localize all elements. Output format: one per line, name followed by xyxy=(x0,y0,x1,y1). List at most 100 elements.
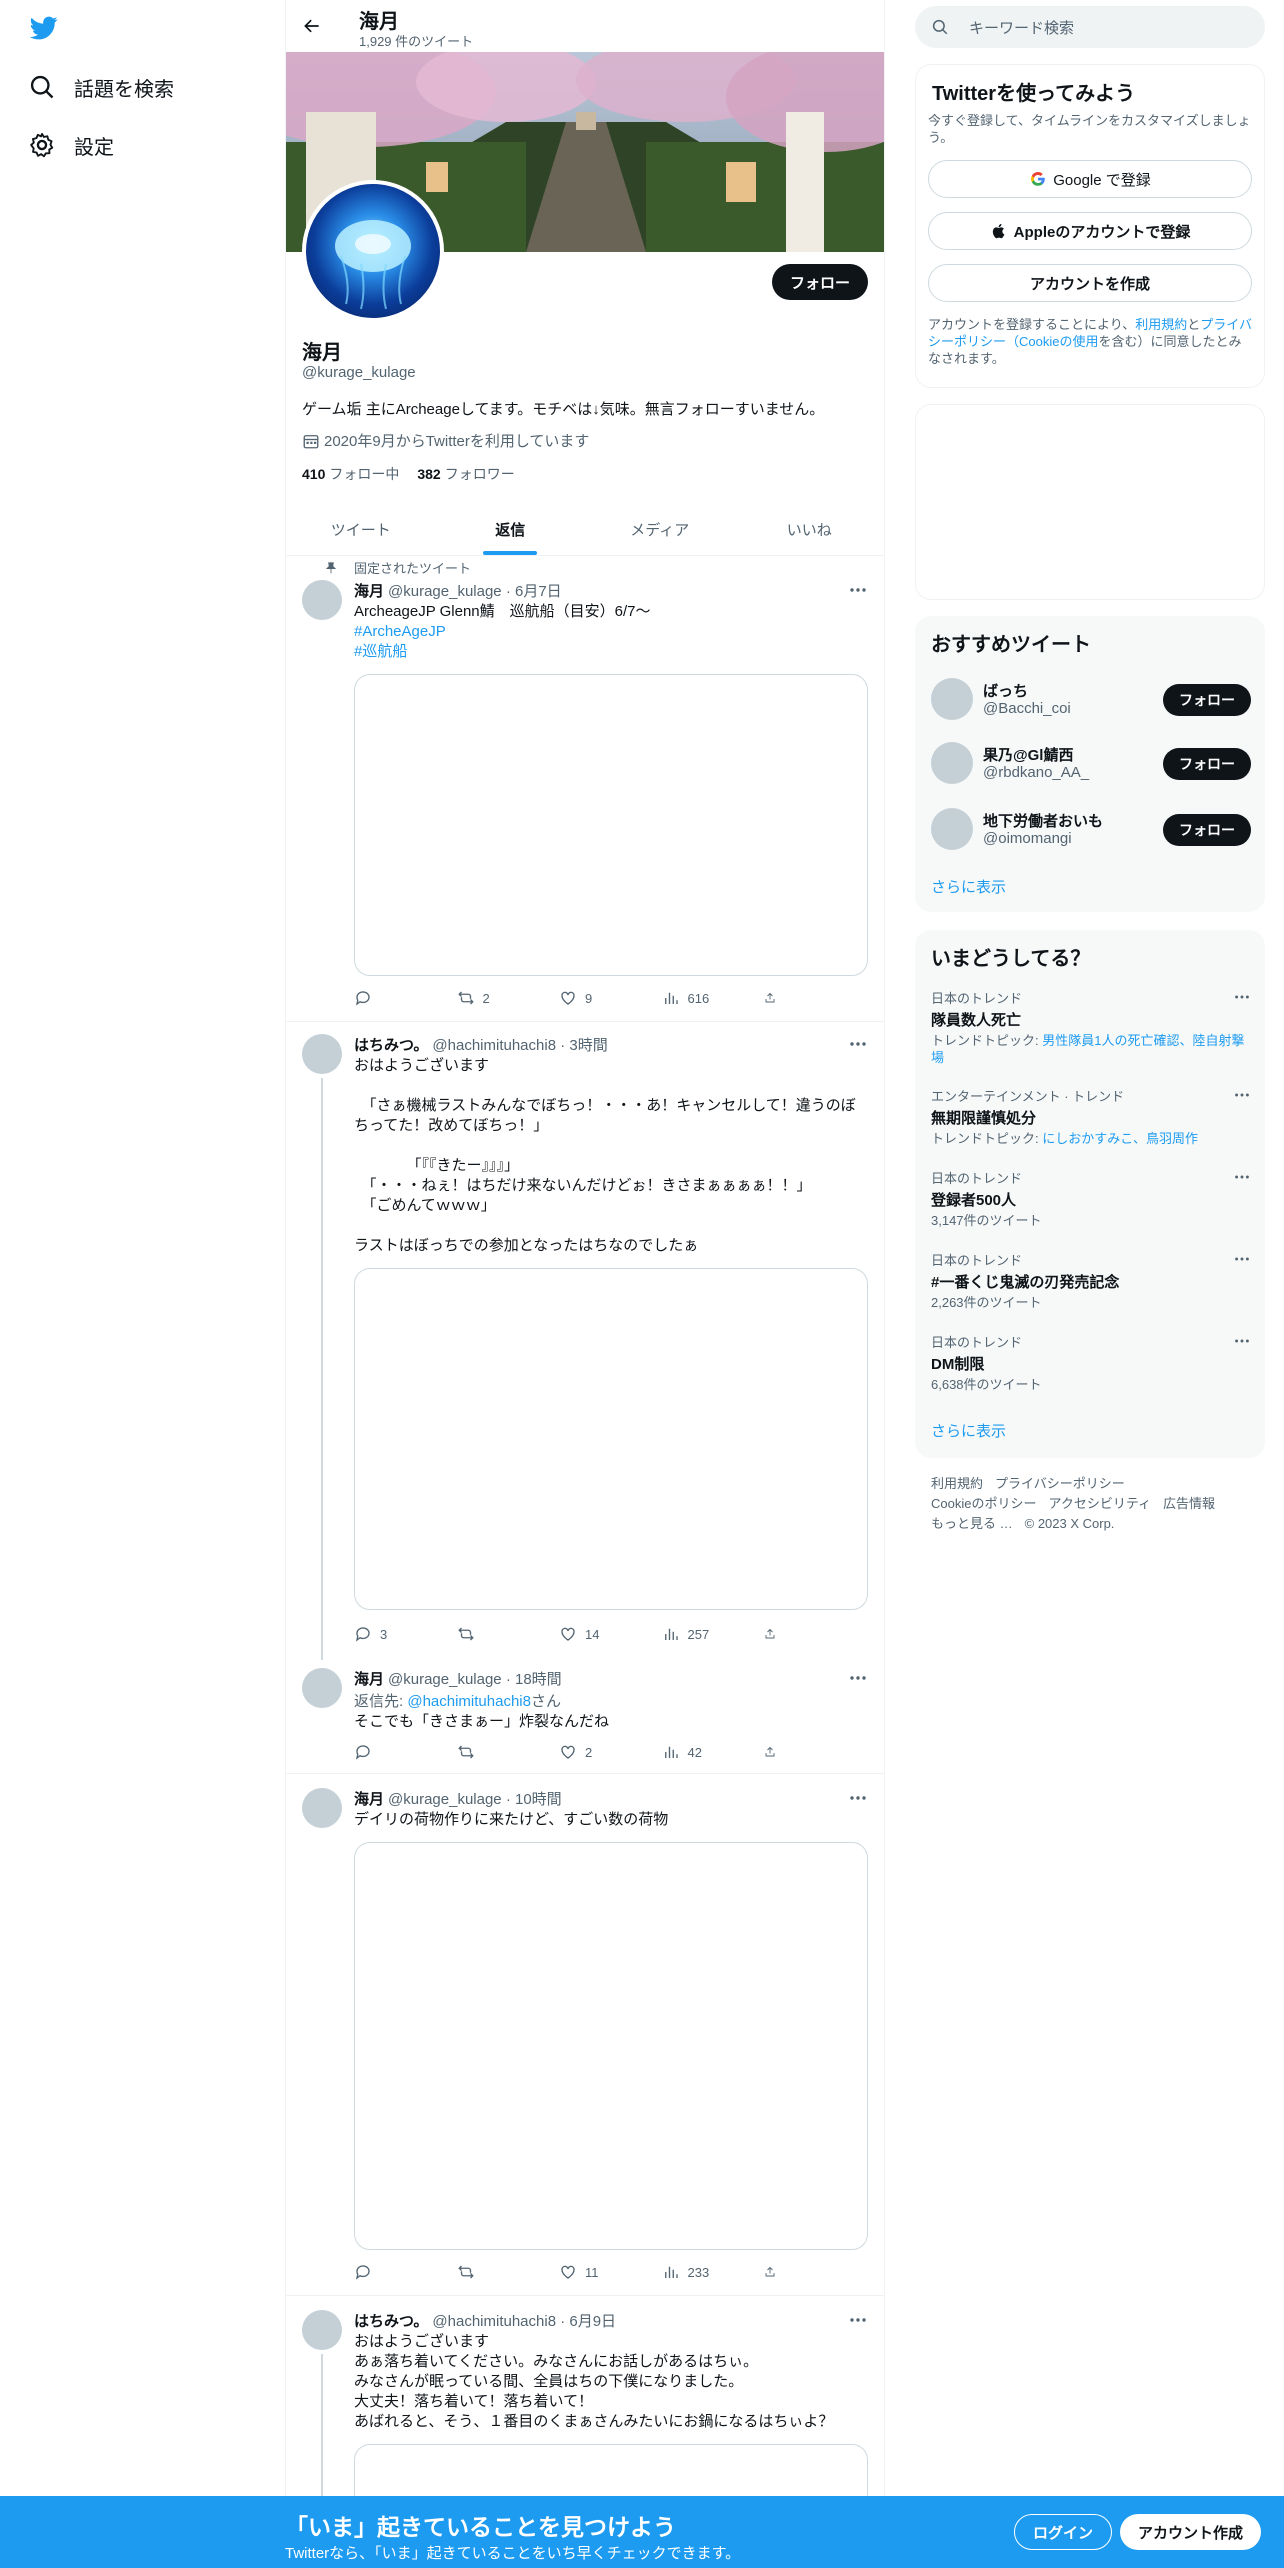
tweet-avatar[interactable] xyxy=(302,1668,342,1708)
follow-button[interactable]: フォロー xyxy=(1163,748,1251,780)
trend-item[interactable]: 日本のトレンド 隊員数人死亡 トレンドトピック: 男性隊員1人の死亡確認、陸自射… xyxy=(931,988,1251,1066)
tweet-avatar[interactable] xyxy=(302,580,342,620)
recommended-user[interactable]: ばっち @Bacchi_coi フォロー xyxy=(931,678,1251,722)
nav-settings[interactable]: 設定 xyxy=(28,125,114,165)
views-button[interactable]: 616 xyxy=(662,988,752,1008)
views-button[interactable]: 257 xyxy=(662,1624,752,1644)
follow-button[interactable]: フォロー xyxy=(771,264,868,300)
more-icon[interactable] xyxy=(1233,988,1251,1006)
search-box[interactable]: キーワード検索 xyxy=(915,6,1265,48)
tweet-meta[interactable]: @kurage_kulage · 18時間 xyxy=(388,1671,562,1688)
reply-button[interactable]: 3 xyxy=(354,1624,444,1644)
more-icon[interactable] xyxy=(1233,1250,1251,1268)
twitter-bird-icon[interactable] xyxy=(28,14,60,42)
footer-accessibility[interactable]: アクセシビリティ xyxy=(1048,1496,1151,1511)
tweet-author[interactable]: 海月 xyxy=(354,583,384,600)
tweet-meta[interactable]: @hachimituhachi8 · 6月9日 xyxy=(432,2313,616,2330)
login-button[interactable]: ログイン xyxy=(1014,2514,1113,2550)
avatar[interactable] xyxy=(931,742,973,784)
reply-button[interactable] xyxy=(354,2262,444,2282)
google-signup-button[interactable]: Google で登録 xyxy=(928,160,1252,198)
profile-avatar[interactable] xyxy=(302,180,444,322)
recommended-user[interactable]: 地下労働者おいも @oimomangi フォロー xyxy=(931,808,1251,852)
avatar[interactable] xyxy=(931,808,973,850)
back-button[interactable] xyxy=(298,12,326,40)
nav-explore[interactable]: 話題を検索 xyxy=(28,67,174,107)
tab-media[interactable]: メディア xyxy=(585,504,735,555)
footer-ads[interactable]: 広告情報 xyxy=(1163,1496,1215,1511)
trend-item[interactable]: 日本のトレンド #一番くじ鬼滅の刃発売記念 2,263件のツイート xyxy=(931,1250,1251,1311)
reply-button[interactable] xyxy=(354,1742,444,1762)
trend-topic-link[interactable]: にしおかすみこ、鳥羽周作 xyxy=(1042,1131,1198,1146)
trend-item[interactable]: 日本のトレンド 登録者500人 3,147件のツイート xyxy=(931,1168,1251,1229)
tweet-meta[interactable]: @kurage_kulage · 10時間 xyxy=(388,1791,562,1808)
tweet-text: デイリの荷物作りに来たけど、すごい数の荷物 xyxy=(354,1811,669,1828)
like-button[interactable]: 14 xyxy=(559,1624,649,1644)
retweet-button[interactable] xyxy=(457,2262,547,2282)
tweet-avatar[interactable] xyxy=(302,1034,342,1074)
more-icon[interactable] xyxy=(848,1668,868,1688)
tab-likes[interactable]: いいね xyxy=(735,504,885,555)
like-button[interactable]: 2 xyxy=(559,1742,649,1762)
followers-link[interactable]: 382 フォロワー xyxy=(417,464,514,484)
more-icon[interactable] xyxy=(848,1788,868,1808)
footer-terms[interactable]: 利用規約 xyxy=(931,1476,983,1491)
share-button[interactable] xyxy=(764,988,784,1008)
tweet-author[interactable]: 海月 xyxy=(354,1671,384,1688)
share-button[interactable] xyxy=(764,1742,784,1762)
more-icon[interactable] xyxy=(1233,1168,1251,1186)
trends-show-more-link[interactable]: さらに表示 xyxy=(931,1420,1006,1441)
follow-button[interactable]: フォロー xyxy=(1163,814,1251,846)
hashtag-link[interactable]: #ArcheAgeJP xyxy=(354,622,868,642)
footer-more[interactable]: もっと見る … xyxy=(931,1516,1013,1531)
apple-signup-button[interactable]: Appleのアカウントで登録 xyxy=(928,212,1252,250)
recommended-user[interactable]: 果乃@Gl鯖西 @rbdkano_AA_ フォロー xyxy=(931,742,1251,786)
tweet-author[interactable]: 海月 xyxy=(354,1791,384,1808)
tweet-thread-root[interactable]: はちみつ。 @hachimituhachi8 · 3時間 おはようございます 「さ… xyxy=(286,1022,884,1660)
trend-extra-prefix: トレンドトピック: xyxy=(931,1033,1043,1048)
tweet-media[interactable] xyxy=(354,1268,868,1610)
footer-privacy[interactable]: プライバシーポリシー xyxy=(995,1476,1125,1491)
following-link[interactable]: 410 フォロー中 xyxy=(302,464,399,484)
tweet[interactable]: 海月 @kurage_kulage · 10時間 デイリの荷物作りに来たけど、すご… xyxy=(286,1774,884,2296)
trend-item[interactable]: エンターテインメント · トレンド 無期限謹慎処分 トレンドトピック: にしおか… xyxy=(931,1086,1251,1147)
tweet-meta[interactable]: @hachimituhachi8 · 3時間 xyxy=(432,1037,607,1054)
create-account-button[interactable]: アカウントを作成 xyxy=(928,264,1252,302)
like-button[interactable]: 9 xyxy=(559,988,649,1008)
tweet-avatar[interactable] xyxy=(302,2310,342,2350)
tweet-media[interactable] xyxy=(354,674,868,976)
more-icon[interactable] xyxy=(1233,1086,1251,1104)
retweet-button[interactable]: 2 xyxy=(457,988,547,1008)
reply-to-link[interactable]: @hachimituhachi8 xyxy=(407,1693,531,1710)
hashtag-link[interactable]: #巡航船 xyxy=(354,642,868,662)
retweet-button[interactable] xyxy=(457,1624,547,1644)
trend-extra: 2,263件のツイート xyxy=(931,1295,1042,1310)
signup-button[interactable]: アカウント作成 xyxy=(1120,2514,1262,2550)
tab-replies[interactable]: 返信 xyxy=(436,504,586,555)
tweet-media[interactable] xyxy=(354,1842,868,2250)
more-icon[interactable] xyxy=(1233,1332,1251,1350)
tweet-avatar[interactable] xyxy=(302,1788,342,1828)
more-icon[interactable] xyxy=(848,580,868,600)
tweet-thread-reply[interactable]: 海月 @kurage_kulage · 18時間 返信先: @hachimituh… xyxy=(286,1660,884,1774)
tab-tweets[interactable]: ツイート xyxy=(286,504,436,555)
reply-button[interactable] xyxy=(354,988,444,1008)
tweet-author[interactable]: はちみつ。 xyxy=(354,2313,428,2330)
tweet-meta[interactable]: @kurage_kulage · 6月7日 xyxy=(388,583,562,600)
follow-button[interactable]: フォロー xyxy=(1163,684,1251,716)
show-more-link[interactable]: さらに表示 xyxy=(931,876,1006,897)
footer-cookie[interactable]: Cookieのポリシー xyxy=(931,1496,1036,1511)
views-button[interactable]: 233 xyxy=(662,2262,752,2282)
tweet-author[interactable]: はちみつ。 xyxy=(354,1037,428,1054)
terms-link[interactable]: 利用規約 xyxy=(1135,317,1187,332)
more-icon[interactable] xyxy=(848,1034,868,1054)
tweet-pinned[interactable]: 海月 @kurage_kulage · 6月7日 ArcheageJP Glenn… xyxy=(286,556,884,1022)
trend-item[interactable]: 日本のトレンド DM制限 6,638件のツイート xyxy=(931,1332,1251,1393)
avatar[interactable] xyxy=(931,678,973,720)
share-button[interactable] xyxy=(764,1624,784,1644)
share-button[interactable] xyxy=(764,2262,784,2282)
retweet-button[interactable] xyxy=(457,1742,547,1762)
like-button[interactable]: 11 xyxy=(559,2262,649,2282)
more-icon[interactable] xyxy=(848,2310,868,2330)
views-button[interactable]: 42 xyxy=(662,1742,752,1762)
